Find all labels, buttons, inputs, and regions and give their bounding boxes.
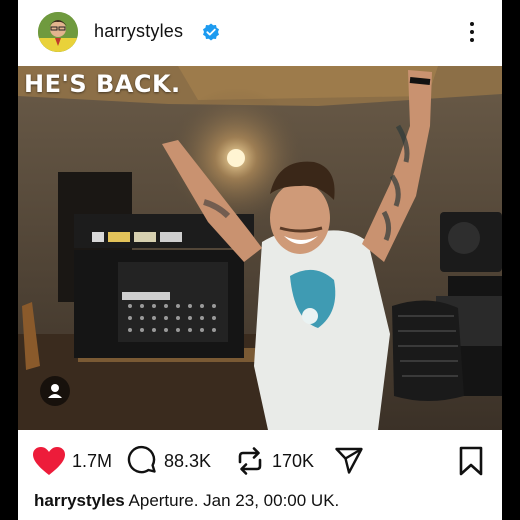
heart-icon[interactable]: [32, 446, 66, 476]
send-icon[interactable]: [334, 446, 364, 476]
post-card: harrystyles HE'S BACK. 1.7M 88.3K 170K h…: [18, 0, 502, 520]
post-image[interactable]: HE'S BACK.: [18, 66, 502, 430]
repost-count[interactable]: 170K: [272, 451, 314, 472]
comment-action[interactable]: 88.3K: [126, 440, 211, 482]
post-username[interactable]: harrystyles: [94, 21, 183, 42]
repost-action[interactable]: 170K: [234, 440, 314, 482]
caption-text: Aperture. Jan 23, 00:00 UK.: [124, 491, 340, 510]
comment-count[interactable]: 88.3K: [164, 451, 211, 472]
like-count[interactable]: 1.7M: [72, 451, 112, 472]
repost-icon[interactable]: [234, 445, 266, 477]
avatar[interactable]: [38, 12, 78, 52]
verified-badge-icon: [202, 23, 220, 41]
save-action[interactable]: [458, 440, 484, 482]
caption-username[interactable]: harrystyles: [34, 491, 125, 510]
post-header: harrystyles: [18, 0, 502, 66]
post-actions: 1.7M 88.3K 170K: [18, 440, 502, 482]
image-overlay-text: HE'S BACK.: [24, 70, 181, 98]
comment-icon[interactable]: [126, 445, 158, 477]
send-action[interactable]: [334, 440, 364, 482]
user-tag-icon[interactable]: [40, 376, 70, 406]
post-caption: harrystyles Aperture. Jan 23, 00:00 UK.: [34, 491, 339, 511]
like-action[interactable]: 1.7M: [32, 440, 112, 482]
more-options-icon[interactable]: [462, 18, 482, 48]
bookmark-icon[interactable]: [458, 446, 484, 476]
